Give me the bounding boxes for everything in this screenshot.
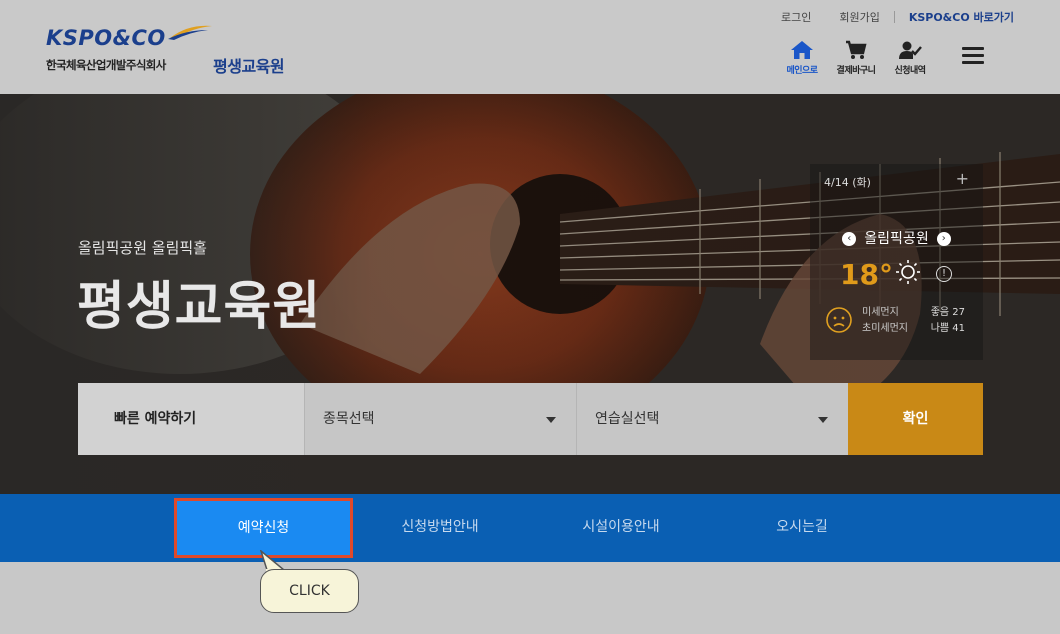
quick-nav-home-label: 메인으로 — [786, 66, 818, 76]
quick-nav-home[interactable]: 메인으로 — [780, 40, 824, 76]
cart-icon — [846, 40, 867, 59]
quick-nav-history-label: 신청내역 — [894, 66, 926, 76]
tab-facility-guide[interactable]: 시설이용안내 — [532, 494, 710, 562]
quick-nav-cart-label: 결제바구니 — [836, 66, 876, 76]
site-header: KSPO&CO 한국체육산업개발주식회사 평생교육원 로그인 회원가입 KSPO… — [0, 0, 1060, 94]
main-menu-bar: 예약신청 신청방법안내 시설이용안내 오시는길 — [0, 494, 1060, 562]
caret-down-icon — [546, 417, 556, 423]
tab-directions[interactable]: 오시는길 — [712, 494, 892, 562]
user-check-icon — [899, 41, 922, 59]
home-icon — [791, 41, 813, 59]
logo-subtitle: 한국체육산업개발주식회사 — [46, 58, 166, 72]
logo-wordmark: KSPO&CO — [46, 26, 166, 50]
weather-widget: 4/14 (화) + ‹ 올림픽공원 › 18° ! 미세먼지 초미세먼지 좋음 2… — [810, 164, 983, 360]
logo-swoosh-icon — [168, 25, 212, 40]
caret-down-icon — [818, 417, 828, 423]
signup-link[interactable]: 회원가입 — [825, 9, 893, 25]
ultra-fine-dust-label: 초미세먼지 — [862, 323, 908, 334]
kspo-logo[interactable]: KSPO&CO 한국체육산업개발주식회사 — [46, 25, 212, 72]
kspo-shortcut-link[interactable]: KSPO&CO 바로가기 — [895, 9, 1014, 25]
quick-reservation-bar: 빠른 예약하기 종목선택 연습실선택 확인 — [78, 383, 983, 455]
chevron-right-icon[interactable]: › — [936, 232, 951, 246]
quick-nav: 메인으로 결제바구니 신청내역 — [780, 40, 942, 76]
login-link[interactable]: 로그인 — [767, 9, 825, 25]
ultra-fine-dust-value: 나쁨 41 — [930, 323, 965, 334]
org-name[interactable]: 평생교육원 — [213, 53, 285, 77]
sun-icon — [896, 260, 920, 284]
sport-select-value: 종목선택 — [323, 411, 375, 427]
quick-reserve-label: 빠른 예약하기 — [78, 383, 304, 455]
confirm-button[interactable]: 확인 — [848, 383, 983, 455]
hamburger-icon[interactable] — [962, 47, 984, 65]
practice-room-select[interactable]: 연습실선택 — [576, 383, 848, 455]
weather-date: 4/14 (화) — [824, 176, 871, 189]
tab-application-guide[interactable]: 신청방법안내 — [352, 494, 528, 562]
fine-dust-label: 미세먼지 — [862, 307, 899, 318]
air-quality-face-icon — [826, 307, 852, 333]
plus-icon[interactable]: + — [956, 169, 969, 188]
quick-nav-history[interactable]: 신청내역 — [888, 40, 932, 76]
fine-dust-value: 좋음 27 — [930, 307, 965, 318]
chevron-left-icon[interactable]: ‹ — [842, 232, 857, 246]
dust-labels: 미세먼지 초미세먼지 — [862, 305, 908, 337]
hero-title: 평생교육원 — [77, 277, 322, 337]
hero-subtitle: 올림픽공원 올림픽홀 — [78, 239, 207, 257]
weather-location: 올림픽공원 — [864, 231, 929, 247]
hero-banner: 올림픽공원 올림픽홀 평생교육원 4/14 (화) + ‹ 올림픽공원 › 18° … — [0, 94, 1060, 494]
content-area — [0, 562, 1060, 634]
practice-room-select-value: 연습실선택 — [595, 411, 660, 427]
info-icon[interactable]: ! — [936, 266, 952, 282]
sport-select[interactable]: 종목선택 — [304, 383, 576, 455]
click-callout: CLICK — [260, 569, 359, 613]
weather-location-row: ‹ 올림픽공원 › — [810, 228, 983, 248]
weather-temperature: 18° — [840, 258, 893, 291]
quick-nav-cart[interactable]: 결제바구니 — [834, 40, 878, 76]
dust-values: 좋음 27 나쁨 41 — [931, 305, 965, 337]
tab-reservation[interactable]: 예약신청 — [174, 498, 353, 558]
top-links: 로그인 회원가입 KSPO&CO 바로가기 — [767, 9, 1014, 25]
